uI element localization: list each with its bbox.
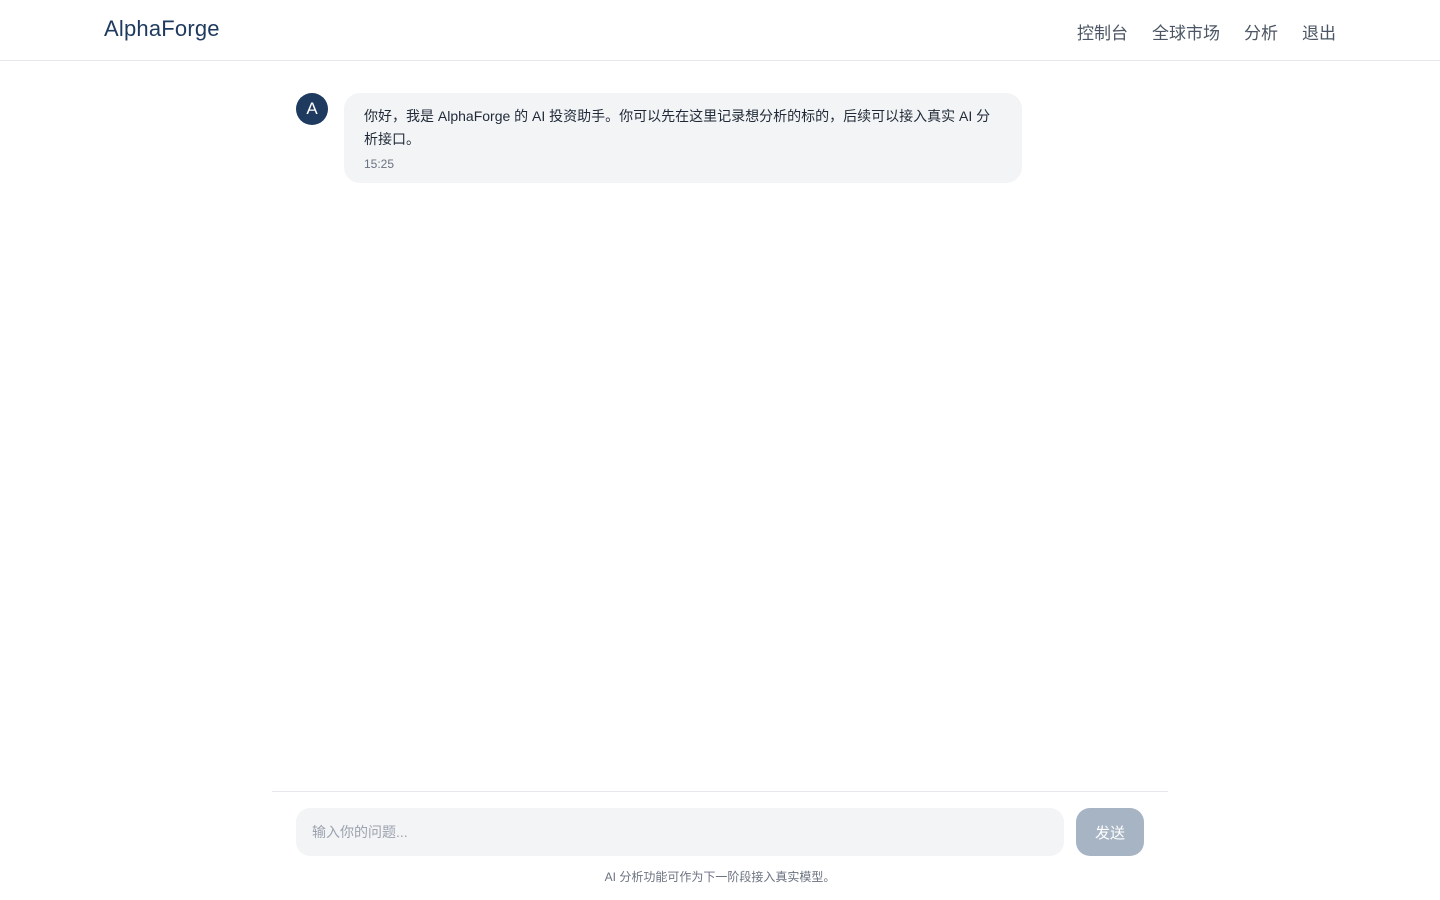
message-timestamp: 15:25 [364, 157, 395, 171]
chat-messages: A 你好，我是 AlphaForge 的 AI 投资助手。你可以先在这里记录想分… [296, 93, 1144, 183]
nav-analysis-link[interactable]: 分析 [1244, 19, 1278, 44]
message-text: 你好，我是 AlphaForge 的 AI 投资助手。你可以先在这里记录想分析的… [364, 108, 991, 147]
main-nav: 控制台 全球市场 分析 退出 [1077, 19, 1336, 44]
question-input[interactable] [296, 808, 1064, 856]
assistant-message: A 你好，我是 AlphaForge 的 AI 投资助手。你可以先在这里记录想分… [296, 93, 1144, 183]
composer-footnote: AI 分析功能可作为下一阶段接入真实模型。 [604, 870, 836, 884]
nav-logout-link[interactable]: 退出 [1302, 19, 1336, 44]
send-button[interactable]: 发送 [1076, 808, 1144, 856]
top-navbar: AlphaForge 控制台 全球市场 分析 退出 [0, 0, 1440, 61]
composer-divider [272, 791, 1168, 792]
nav-global-markets-link[interactable]: 全球市场 [1152, 19, 1220, 44]
nav-dashboard-link[interactable]: 控制台 [1077, 19, 1128, 44]
message-bubble: 你好，我是 AlphaForge 的 AI 投资助手。你可以先在这里记录想分析的… [344, 93, 1022, 183]
brand-logo[interactable]: AlphaForge [104, 16, 220, 42]
assistant-avatar: A [296, 93, 328, 125]
